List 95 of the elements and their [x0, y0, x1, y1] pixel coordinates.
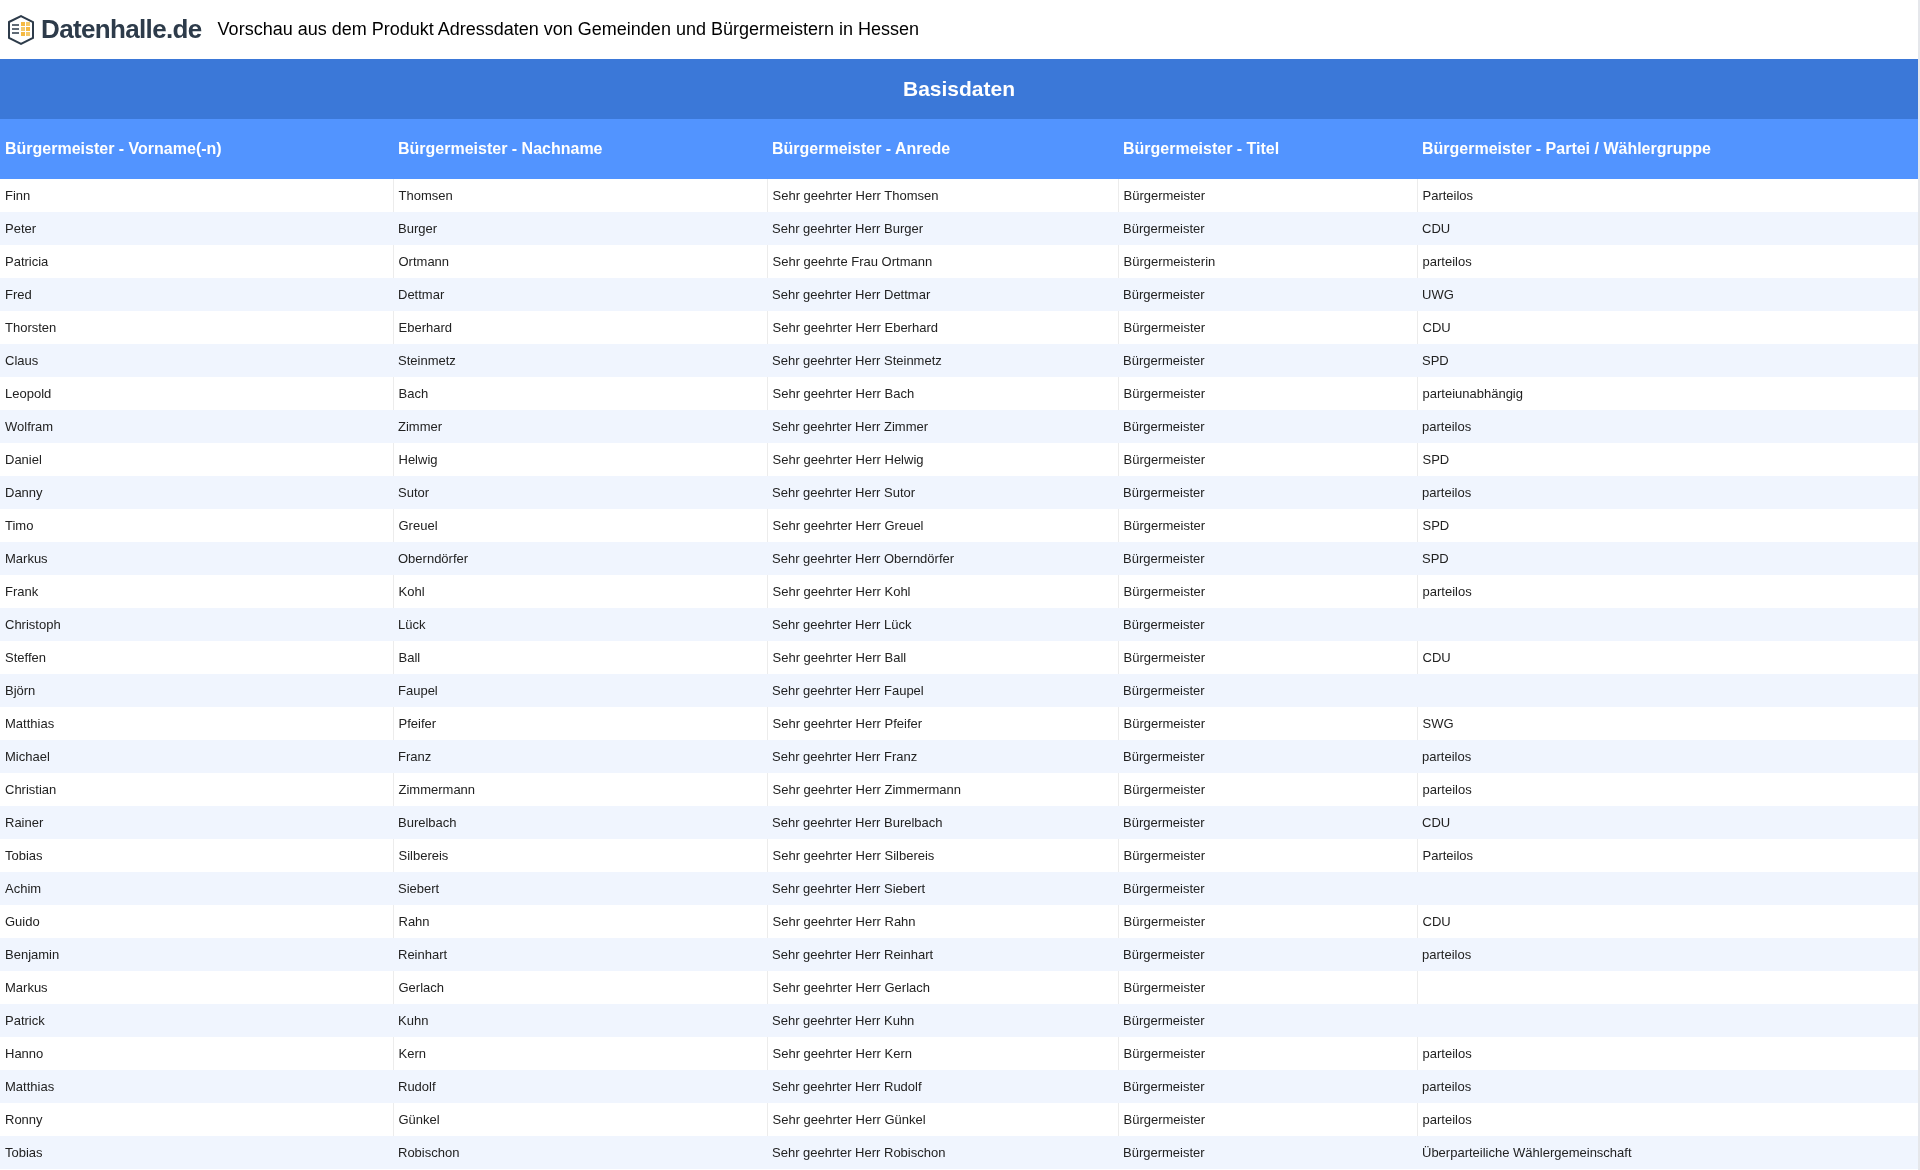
table-cell: Bürgermeister	[1118, 1070, 1417, 1103]
table-cell: Tobias	[0, 1136, 393, 1169]
table-cell: Sehr geehrter Herr Faupel	[767, 674, 1118, 707]
table-cell: Dettmar	[393, 278, 767, 311]
table-cell: Sehr geehrter Herr Lück	[767, 608, 1118, 641]
table-cell: parteilos	[1417, 773, 1918, 806]
table-cell: Michael	[0, 740, 393, 773]
column-header: Bürgermeister - Partei / Wählergruppe	[1417, 119, 1918, 179]
column-header: Bürgermeister - Anrede	[767, 119, 1118, 179]
table-cell: UWG	[1417, 278, 1918, 311]
table-cell: Matthias	[0, 1070, 393, 1103]
table-cell: SPD	[1417, 344, 1918, 377]
table-cell: Benjamin	[0, 938, 393, 971]
table-cell: parteilos	[1417, 938, 1918, 971]
table-cell: Sehr geehrter Herr Reinhart	[767, 938, 1118, 971]
table-cell: Achim	[0, 872, 393, 905]
table-cell: Siebert	[393, 872, 767, 905]
table-cell: Claus	[0, 344, 393, 377]
table-cell: CDU	[1417, 641, 1918, 674]
logo-text: Datenhalle.de	[41, 13, 202, 46]
table-cell: Markus	[0, 542, 393, 575]
table-cell: Bürgermeister	[1118, 608, 1417, 641]
column-header: Bürgermeister - Titel	[1118, 119, 1417, 179]
table-cell: Bürgermeister	[1118, 476, 1417, 509]
table-cell: Bürgermeister	[1118, 344, 1417, 377]
table-cell: Rainer	[0, 806, 393, 839]
table-cell: parteilos	[1417, 245, 1918, 278]
table-cell: parteilos	[1417, 1037, 1918, 1070]
table-cell: Burelbach	[393, 806, 767, 839]
logo-icon	[5, 13, 37, 46]
table-cell: Sehr geehrter Herr Burelbach	[767, 806, 1118, 839]
table-cell: Parteilos	[1417, 179, 1918, 212]
table-cell: Patrick	[0, 1004, 393, 1037]
table-cell: SPD	[1417, 542, 1918, 575]
table-cell: Reinhart	[393, 938, 767, 971]
table-cell: Sehr geehrter Herr Sutor	[767, 476, 1118, 509]
table-cell: Bürgermeister	[1118, 674, 1417, 707]
table-cell: Wolfram	[0, 410, 393, 443]
page-title: Vorschau aus dem Produkt Adressdaten von Gemeinden und Bürgermeistern in Hessen	[217, 18, 919, 41]
table-cell: parteilos	[1417, 476, 1918, 509]
logo[interactable]: Datenhalle.de	[5, 10, 202, 49]
table-cell: parteiunabhängig	[1417, 377, 1918, 410]
column-header: Bürgermeister - Nachname	[393, 119, 767, 179]
table-cell: Burger	[393, 212, 767, 245]
table-cell: Überparteiliche Wählergemeinschaft	[1417, 1136, 1918, 1169]
table-cell: CDU	[1417, 905, 1918, 938]
table-cell: Bürgermeister	[1118, 410, 1417, 443]
table-cell: Bürgermeister	[1118, 938, 1417, 971]
table-cell: parteilos	[1417, 740, 1918, 773]
table-cell: parteilos	[1417, 575, 1918, 608]
table-cell: parteilos	[1417, 1070, 1918, 1103]
table-cell: Robischon	[393, 1136, 767, 1169]
table-cell: Bürgermeister	[1118, 278, 1417, 311]
table-cell: Kuhn	[393, 1004, 767, 1037]
table-cell: CDU	[1417, 311, 1918, 344]
column-header: Bürgermeister - Vorname(-n)	[0, 119, 393, 179]
table-cell: SPD	[1417, 443, 1918, 476]
table-cell: Sehr geehrter Herr Franz	[767, 740, 1118, 773]
table-cell: Christoph	[0, 608, 393, 641]
table-cell: Zimmer	[393, 410, 767, 443]
table-cell: Björn	[0, 674, 393, 707]
table-cell: Sehr geehrter Herr Steinmetz	[767, 344, 1118, 377]
table-cell: Franz	[393, 740, 767, 773]
table-cell: Sehr geehrter Herr Zimmer	[767, 410, 1118, 443]
table-cell: Rudolf	[393, 1070, 767, 1103]
table-cell: Parteilos	[1417, 839, 1918, 872]
table-cell: Bürgermeister	[1118, 542, 1417, 575]
table-cell: Sehr geehrter Herr Robischon	[767, 1136, 1118, 1169]
table-cell: CDU	[1417, 212, 1918, 245]
table-cell: Sehr geehrter Herr Kuhn	[767, 1004, 1118, 1037]
table-cell: Sehr geehrter Herr Oberndörfer	[767, 542, 1118, 575]
table-cell: Sehr geehrter Herr Rudolf	[767, 1070, 1118, 1103]
table-cell: Sehr geehrter Herr Burger	[767, 212, 1118, 245]
table-cell: parteilos	[1417, 1103, 1918, 1136]
table-cell: Bürgermeister	[1118, 872, 1417, 905]
table-cell: SPD	[1417, 509, 1918, 542]
table-cell: CDU	[1417, 806, 1918, 839]
section-title: Basisdaten	[902, 76, 1015, 103]
table-cell: Sutor	[393, 476, 767, 509]
table-cell: Bürgermeister	[1118, 740, 1417, 773]
table-cell: Danny	[0, 476, 393, 509]
table-cell: Lück	[393, 608, 767, 641]
table-cell: Bürgermeister	[1118, 1004, 1417, 1037]
table-cell: Bürgermeister	[1118, 1136, 1417, 1169]
table-cell: SWG	[1417, 707, 1918, 740]
table-cell: Sehr geehrter Herr Siebert	[767, 872, 1118, 905]
table-cell: Bürgermeister	[1118, 806, 1417, 839]
table-cell: parteilos	[1417, 410, 1918, 443]
table-cell: Steinmetz	[393, 344, 767, 377]
table-cell: Oberndörfer	[393, 542, 767, 575]
table-cell: Sehr geehrter Herr Dettmar	[767, 278, 1118, 311]
table-cell: Peter	[0, 212, 393, 245]
table-cell: Fred	[0, 278, 393, 311]
table-cell: Faupel	[393, 674, 767, 707]
table-cell: Bürgermeister	[1118, 212, 1417, 245]
